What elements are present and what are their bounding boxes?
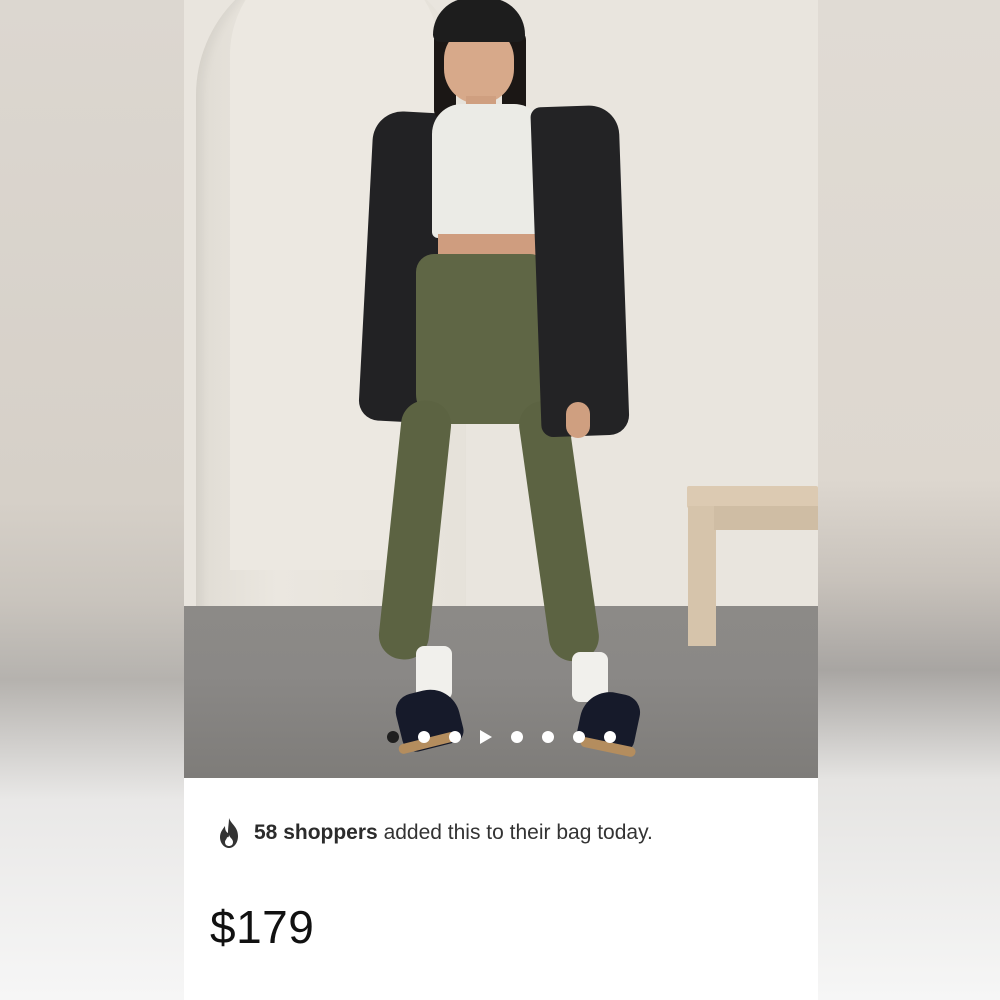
carousel-dot-2[interactable] [417, 731, 430, 743]
carousel-dot-3[interactable] [448, 731, 461, 743]
carousel-dot-6[interactable] [572, 731, 585, 743]
bench [687, 486, 818, 508]
flame-icon [220, 818, 238, 848]
shopper-count: 58 shoppers [254, 821, 378, 844]
backdrop-left [0, 0, 184, 1000]
social-proof-banner: 58 shoppers added this to their bag toda… [216, 816, 653, 850]
carousel-dot-1[interactable] [386, 731, 399, 743]
carousel-dot-7[interactable] [603, 731, 616, 743]
backdrop-right [818, 0, 1000, 1000]
social-proof-message: added this to their bag today. [383, 821, 653, 844]
play-video-icon[interactable] [479, 730, 492, 744]
product-price: $179 [210, 901, 315, 953]
carousel-dot-5[interactable] [541, 731, 554, 743]
product-photo[interactable] [184, 0, 818, 778]
image-carousel-pager [184, 728, 818, 746]
carousel-dot-4[interactable] [510, 731, 523, 743]
photo-floor [184, 606, 818, 778]
product-screen: 58 shoppers added this to their bag toda… [184, 0, 818, 1000]
